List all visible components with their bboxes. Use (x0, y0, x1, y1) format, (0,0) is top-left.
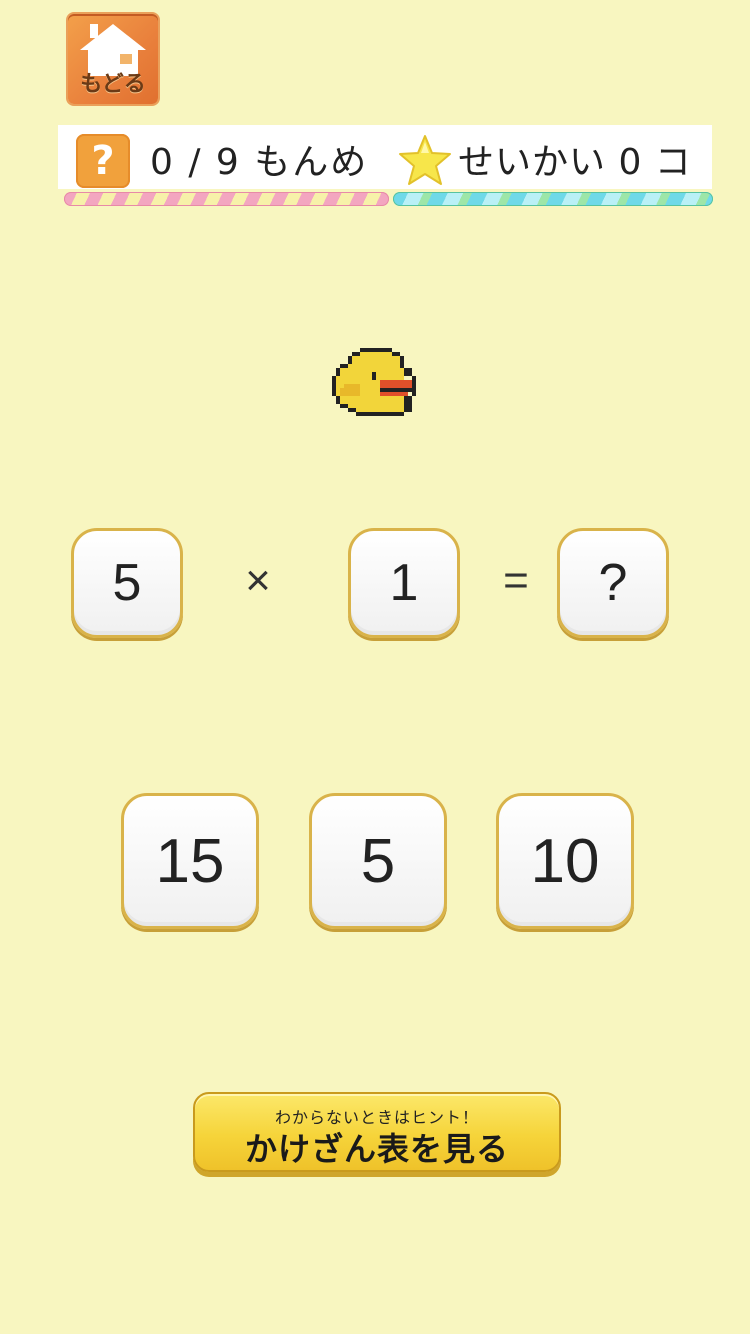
home-label: もどる (80, 72, 146, 97)
equation-left-operand: 5 (71, 528, 183, 638)
equation-right-operand: 1 (348, 528, 460, 638)
answer-choice-2[interactable]: 5 (309, 793, 447, 929)
question-mark-icon: ? (76, 134, 130, 188)
multiply-sign: × (245, 556, 271, 605)
equals-sign: = (503, 556, 529, 605)
home-button[interactable]: もどる (68, 14, 158, 104)
progress-stripe (64, 192, 389, 206)
hint-label: かけざん表を見る (244, 1130, 509, 1168)
answer-choice-3[interactable]: 10 (496, 793, 634, 929)
chick-icon (332, 348, 416, 416)
equation-answer-slot: ? (557, 528, 669, 638)
answer-choice-1[interactable]: 15 (121, 793, 259, 929)
score-stripe (393, 192, 713, 206)
multiplication-table-button[interactable]: わからないときはヒント！ かけざん表を見る (193, 1092, 561, 1172)
star-icon (399, 135, 451, 185)
correct-count: せいかい 0 コ (458, 142, 692, 183)
question-progress: 0 / 9 もんめ (150, 142, 369, 183)
